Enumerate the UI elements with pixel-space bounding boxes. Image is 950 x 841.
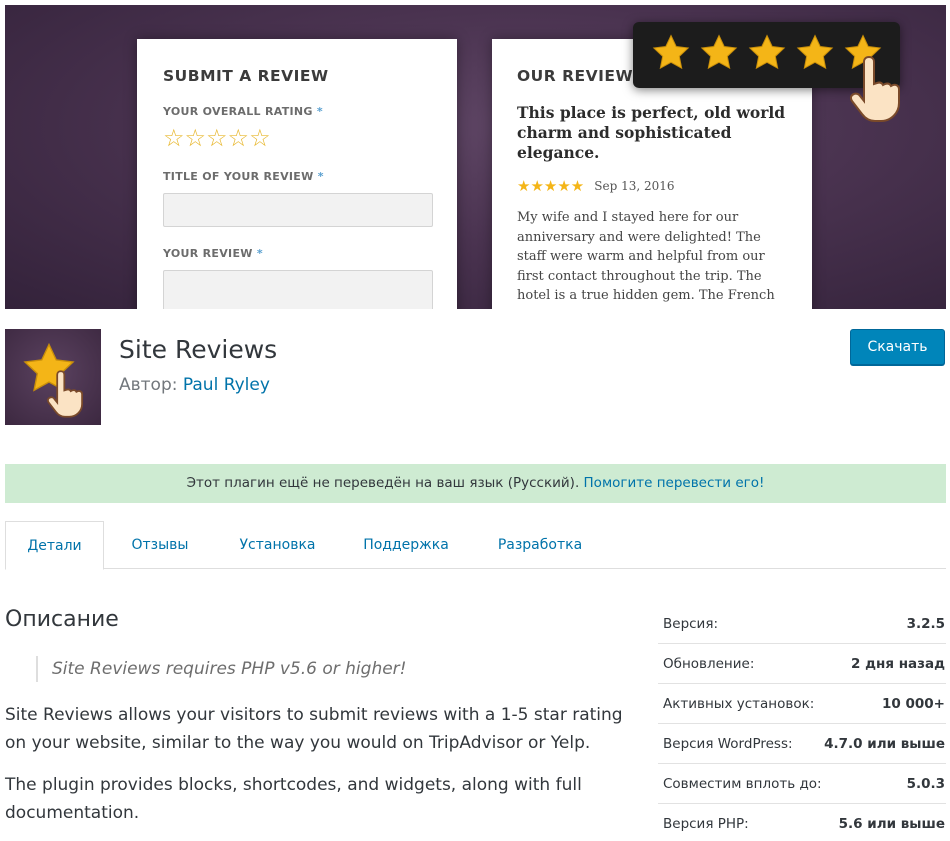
review-date: Sep 13, 2016 — [594, 179, 675, 193]
notice-text: Этот плагин ещё не переведён на ваш язык… — [186, 475, 580, 491]
translation-notice: Этот плагин ещё не переведён на ваш язык… — [5, 464, 946, 503]
tab-details[interactable]: Детали — [5, 521, 104, 570]
empty-star-rating: ☆☆☆☆☆ — [163, 125, 271, 152]
meta-row-php-version: Версия PHP: 5.6 или выше — [663, 816, 945, 832]
plugin-author: Автор: Paul Ryley — [119, 375, 270, 395]
pointing-hand-icon — [47, 370, 83, 418]
plugin-title: Site Reviews — [119, 335, 278, 364]
pointing-hand-icon — [849, 55, 900, 122]
title-label: TITLE OF YOUR REVIEW * — [163, 170, 324, 183]
meta-row-updated: Обновление: 2 дня назад — [658, 644, 946, 684]
review-title: This place is perfect, old world charm a… — [517, 103, 786, 162]
review-meta: ★★★★★ Sep 13, 2016 — [517, 177, 787, 195]
php-requirement-quote: Site Reviews requires PHP v5.6 or higher… — [36, 656, 406, 682]
tab-installation[interactable]: Установка — [225, 521, 330, 569]
tab-support[interactable]: Поддержка — [350, 521, 462, 569]
review-title-input — [163, 193, 433, 227]
star-icon — [700, 34, 738, 70]
tab-reviews[interactable]: Отзывы — [115, 521, 205, 569]
author-link[interactable]: Paul Ryley — [183, 375, 270, 395]
review-textarea — [163, 270, 433, 309]
plugin-banner: SUBMIT A REVIEW YOUR OVERALL RATING * ☆☆… — [5, 5, 946, 309]
meta-row-version: Версия: 3.2.5 — [658, 604, 946, 644]
meta-row-tested-up-to: Совместим вплоть до: 5.0.3 — [658, 764, 946, 804]
description-paragraph: The plugin provides blocks, shortcodes, … — [5, 775, 582, 823]
star-icon — [652, 34, 690, 70]
submit-review-heading: SUBMIT A REVIEW — [163, 67, 329, 85]
plugin-tabs: Детали Отзывы Установка Поддержка Разраб… — [5, 521, 946, 570]
plugin-meta-table: Версия: 3.2.5 Обновление: 2 дня назад Акти… — [658, 604, 946, 841]
meta-row-installs: Активных установок: 10 000+ — [658, 684, 946, 724]
submit-review-card: SUBMIT A REVIEW YOUR OVERALL RATING * ☆☆… — [137, 39, 457, 309]
tab-development[interactable]: Разработка — [480, 521, 600, 569]
download-button[interactable]: Скачать — [850, 329, 945, 365]
meta-row-wp-version: Версия WordPress: 4.7.0 или выше — [658, 724, 946, 764]
review-stars: ★★★★★ — [517, 178, 585, 195]
star-icon — [796, 34, 834, 70]
review-body: My wife and I stayed here for our annive… — [517, 210, 775, 309]
review-label: YOUR REVIEW * — [163, 247, 263, 260]
description-paragraph: Site Reviews allows your visitors to sub… — [5, 705, 623, 753]
description-heading: Описание — [5, 607, 119, 632]
help-translate-link[interactable]: Помогите перевести его! — [584, 475, 765, 491]
rating-label: YOUR OVERALL RATING * — [163, 105, 323, 118]
star-icon — [748, 34, 786, 70]
plugin-icon — [5, 329, 101, 425]
